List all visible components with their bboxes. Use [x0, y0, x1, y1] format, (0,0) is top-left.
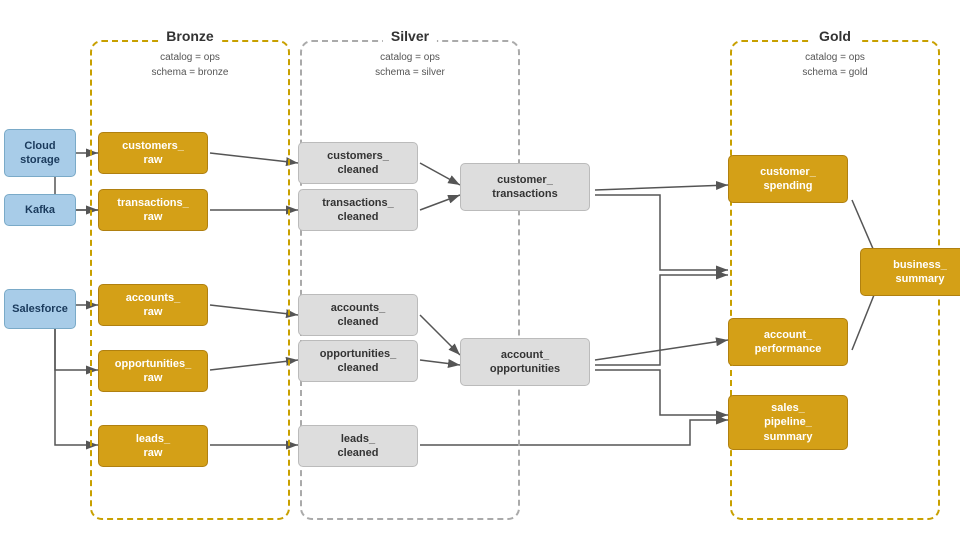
silver-leads-cleaned: leads_ cleaned [298, 425, 418, 467]
gold-account-performance: account_ performance [728, 318, 848, 366]
source-kafka: Kafka [4, 194, 76, 226]
bronze-transactions-raw: transactions_ raw [98, 189, 208, 231]
source-salesforce: Salesforce [4, 289, 76, 329]
bronze-subtitle: catalog = ops schema = bronze [92, 50, 288, 80]
gold-customer-spending: customer_ spending [728, 155, 848, 203]
source-cloud-storage: Cloud storage [4, 129, 76, 177]
bronze-customers-raw: customers_ raw [98, 132, 208, 174]
bronze-leads-raw: leads_ raw [98, 425, 208, 467]
silver-account-opportunities: account_ opportunities [460, 338, 590, 386]
bronze-title: Bronze [158, 28, 221, 44]
silver-opportunities-cleaned: opportunities_ cleaned [298, 340, 418, 382]
gold-sales-pipeline-summary: sales_ pipeline_ summary [728, 395, 848, 450]
gold-business-summary: business_ summary [860, 248, 960, 296]
bronze-opportunities-raw: opportunities_ raw [98, 350, 208, 392]
silver-customer-transactions: customer_ transactions [460, 163, 590, 211]
silver-subtitle: catalog = ops schema = silver [302, 50, 518, 80]
bronze-accounts-raw: accounts_ raw [98, 284, 208, 326]
silver-transactions-cleaned: transactions_ cleaned [298, 189, 418, 231]
silver-accounts-cleaned: accounts_ cleaned [298, 294, 418, 336]
gold-title: Gold [811, 28, 859, 44]
silver-customers-cleaned: customers_ cleaned [298, 142, 418, 184]
diagram: Bronze catalog = ops schema = bronze Sil… [0, 0, 960, 540]
silver-title: Silver [383, 28, 437, 44]
gold-subtitle: catalog = ops schema = gold [732, 50, 938, 80]
